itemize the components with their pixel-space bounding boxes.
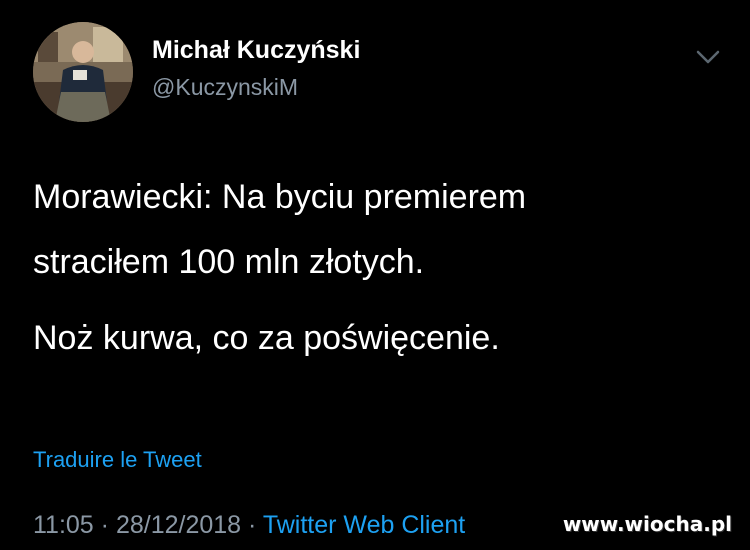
user-handle[interactable]: @KuczynskiM xyxy=(152,74,298,101)
tweet-text-line: Morawiecki: Na byciu premierem xyxy=(33,178,527,216)
user-name[interactable]: Michał Kuczyński xyxy=(152,36,360,65)
tweet-time[interactable]: 11:05 xyxy=(33,511,94,539)
meta-separator: · xyxy=(248,511,257,539)
client-link[interactable]: Twitter Web Client xyxy=(263,511,465,539)
tweet-metadata: 11:05 · 28/12/2018 · Twitter Web Client xyxy=(33,511,465,540)
tweet-text-line: Noż kurwa, co za poświęcenie. xyxy=(33,319,500,357)
more-options-button[interactable] xyxy=(692,44,724,70)
profile-photo xyxy=(33,22,133,122)
translate-tweet-link[interactable]: Traduire le Tweet xyxy=(33,447,202,473)
avatar[interactable] xyxy=(33,22,133,122)
chevron-down-icon xyxy=(696,50,720,64)
watermark: www.wiocha.pl xyxy=(562,512,732,536)
tweet-date[interactable]: 28/12/2018 xyxy=(116,511,241,539)
tweet-text-line: straciłem 100 mln złotych. xyxy=(33,243,425,281)
meta-separator: · xyxy=(100,511,109,539)
